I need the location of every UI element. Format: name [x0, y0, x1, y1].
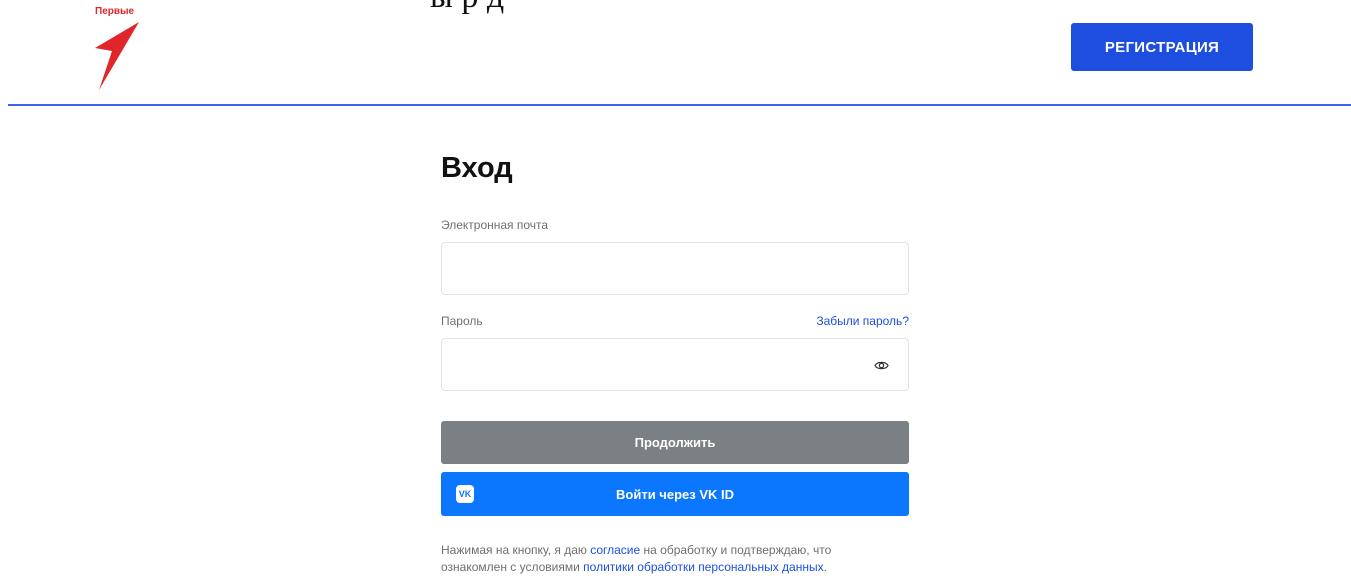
password-field-box [441, 338, 909, 391]
vk-login-button[interactable]: VK Войти через VK ID [441, 472, 909, 516]
red-arrow-logo-icon [95, 22, 139, 90]
eye-icon[interactable] [874, 358, 889, 373]
page-title: Вход [441, 152, 513, 184]
email-field-box [441, 242, 909, 295]
password-field[interactable] [442, 339, 908, 390]
continue-button[interactable]: Продолжить [441, 421, 909, 464]
site-logo[interactable]: Первые [95, 6, 145, 90]
forgot-password-link[interactable]: Забыли пароль? [816, 314, 909, 328]
consent-part1: Нажимая на кнопку, я даю [441, 543, 591, 557]
privacy-policy-link[interactable]: политики обработки персональных данных [583, 560, 823, 574]
logo-text: Первые [95, 6, 135, 17]
consent-part4: . [823, 560, 827, 574]
password-label-row: Пароль Забыли пароль? [441, 314, 909, 328]
register-button[interactable]: РЕГИСТРАЦИЯ [1071, 23, 1253, 71]
login-form: Вход Электронная почта Пароль Забыли пар… [441, 150, 909, 576]
clipped-heading-text: ы р д [430, 0, 504, 16]
vk-icon: VK [456, 485, 474, 503]
email-field[interactable] [442, 243, 908, 294]
consent-part2: на обработку и подтверждаю, что [640, 543, 832, 557]
password-label: Пароль [441, 314, 483, 328]
consent-link[interactable]: согласие [590, 543, 640, 557]
site-header: Первые ы р д РЕГИСТРАЦИЯ [0, 0, 1351, 106]
vk-login-label: Войти через VK ID [616, 486, 734, 502]
consent-text: Нажимая на кнопку, я даю согласие на обр… [441, 542, 909, 576]
email-label: Электронная почта [441, 218, 549, 232]
consent-part3: ознакомлен с условиями [441, 560, 584, 574]
header-divider [8, 104, 1351, 106]
